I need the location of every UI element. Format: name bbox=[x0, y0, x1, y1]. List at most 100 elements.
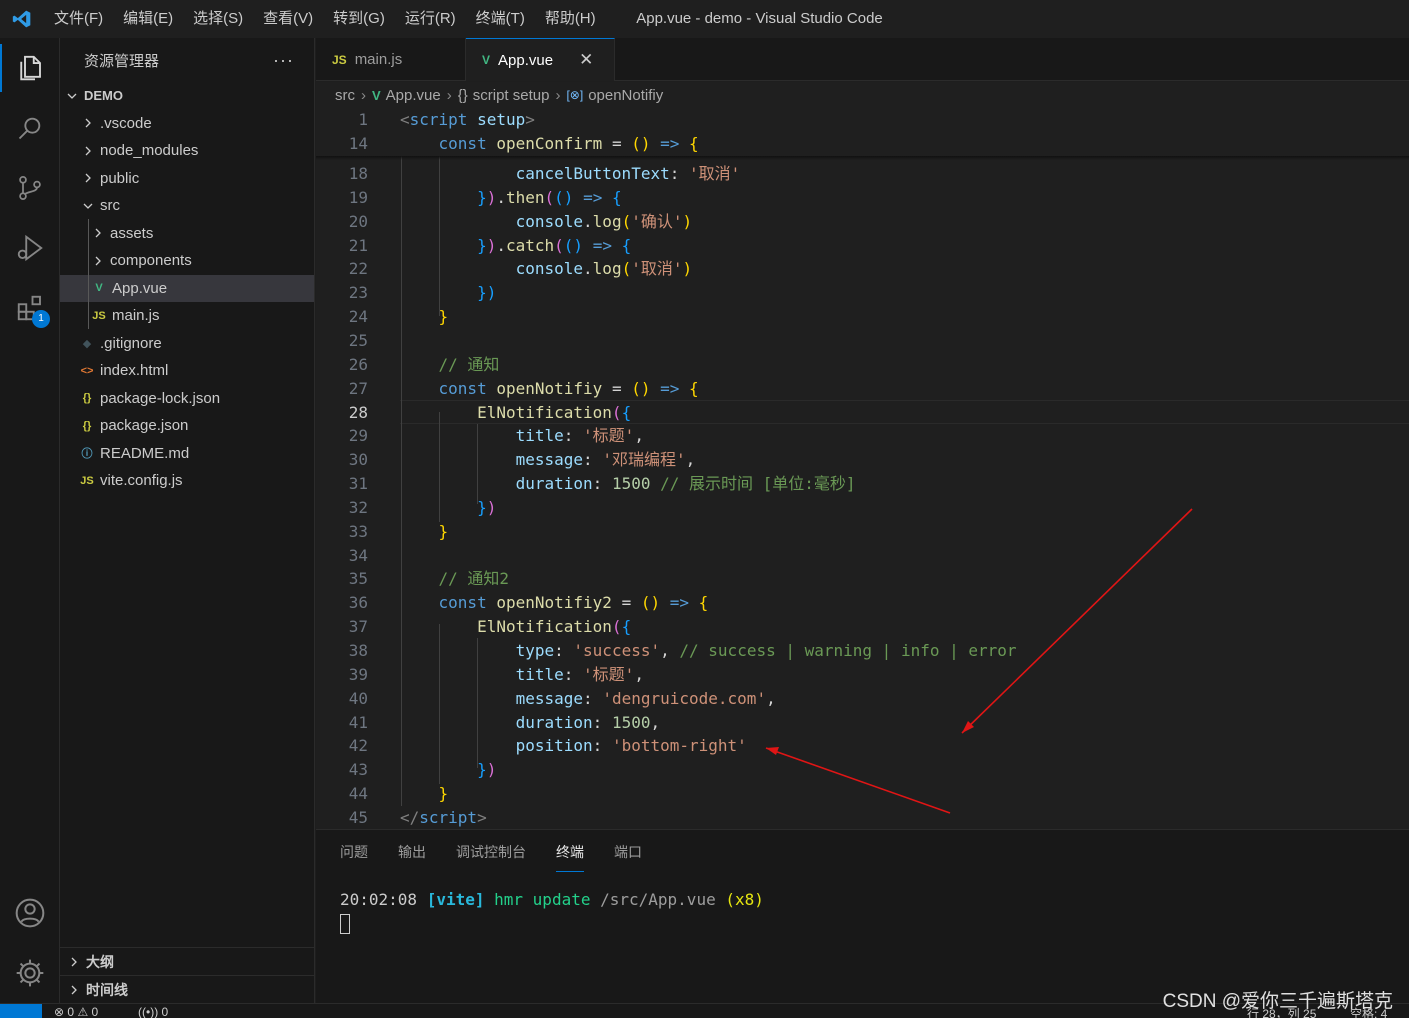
gear-icon bbox=[16, 959, 44, 987]
menu-terminal[interactable]: 终端(T) bbox=[466, 0, 535, 38]
code-text: // 通知 bbox=[438, 354, 500, 374]
tree-item-vite-config-js[interactable]: JS vite.config.js bbox=[60, 467, 314, 495]
chevron-down-icon bbox=[64, 90, 80, 102]
code-text: console.log('确认') bbox=[515, 211, 693, 231]
tree-item-main-js[interactable]: JS main.js bbox=[60, 302, 314, 330]
remote-indicator[interactable] bbox=[0, 1004, 42, 1018]
workspace-root[interactable]: DEMO bbox=[60, 82, 314, 110]
line-number: 1 bbox=[358, 110, 368, 129]
warning-icon: ⚠ bbox=[77, 1005, 89, 1018]
tab-label: main.js bbox=[354, 51, 403, 68]
code-text: }) bbox=[477, 760, 497, 780]
tree-item-gitignore[interactable]: ◆ .gitignore bbox=[60, 330, 314, 358]
menu-selection[interactable]: 选择(S) bbox=[183, 0, 253, 38]
account-icon bbox=[15, 898, 45, 928]
menu-file[interactable]: 文件(F) bbox=[44, 0, 113, 38]
manage-button[interactable] bbox=[0, 943, 60, 1003]
tree-item-app-vue[interactable]: V App.vue bbox=[60, 274, 314, 302]
breadcrumb: src › V App.vue › {} script setup › [⊗] … bbox=[316, 82, 1409, 108]
tree-item-assets[interactable]: assets bbox=[60, 220, 314, 248]
tree-item-label: components bbox=[110, 252, 192, 270]
code-line: 36 const openNotifiy2 = () => { bbox=[316, 591, 1409, 615]
breadcrumb-section[interactable]: script setup bbox=[473, 87, 550, 104]
tree-item-vscode[interactable]: .vscode bbox=[60, 110, 314, 138]
source-control-button[interactable] bbox=[0, 158, 60, 218]
menu-go[interactable]: 转到(G) bbox=[323, 0, 395, 38]
tree-item-index-html[interactable]: <> index.html bbox=[60, 357, 314, 385]
breadcrumb-folder[interactable]: src bbox=[335, 87, 355, 104]
tree-item-readme-md[interactable]: ⓘ README.md bbox=[60, 440, 314, 468]
tree-item-label: .vscode bbox=[100, 114, 152, 132]
ports-status[interactable]: ((•)) 0 bbox=[138, 1005, 168, 1018]
code-line: 39 title: '标题', bbox=[316, 663, 1409, 687]
sticky-scroll-line: 14 const openConfirm = () => { bbox=[316, 132, 1409, 156]
code-text: ElNotification({ bbox=[477, 617, 632, 637]
code-line: 25 bbox=[316, 329, 1409, 353]
code-line: 34 bbox=[316, 544, 1409, 568]
outline-section[interactable]: 大纲 bbox=[60, 947, 315, 975]
menu-view[interactable]: 查看(V) bbox=[253, 0, 323, 38]
menu-run[interactable]: 运行(R) bbox=[395, 0, 466, 38]
watermark: CSDN @爱你三千遍斯塔克 bbox=[1162, 991, 1393, 1012]
search-button[interactable] bbox=[0, 98, 60, 158]
json-file-icon: {} bbox=[82, 419, 92, 432]
timeline-section[interactable]: 时间线 bbox=[60, 975, 315, 1003]
error-count: 0 bbox=[67, 1005, 75, 1018]
close-icon[interactable]: ✕ bbox=[579, 50, 593, 70]
line-number: 38 bbox=[348, 641, 368, 660]
breadcrumb-symbol[interactable]: openNotifiy bbox=[588, 87, 663, 104]
code-line: 41 duration: 1500, bbox=[316, 711, 1409, 735]
tree-item-node-modules[interactable]: node_modules bbox=[60, 137, 314, 165]
tab-terminal[interactable]: 终端 bbox=[556, 830, 584, 874]
tree-item-package-lock-json[interactable]: {} package-lock.json bbox=[60, 385, 314, 413]
chevron-right-icon bbox=[66, 956, 82, 968]
line-number: 41 bbox=[348, 712, 368, 732]
tab-ports[interactable]: 端口 bbox=[614, 830, 642, 874]
explorer-button[interactable] bbox=[0, 38, 60, 98]
accounts-button[interactable] bbox=[0, 883, 60, 943]
code-text: ElNotification({ bbox=[477, 402, 632, 422]
code-text: } bbox=[438, 307, 449, 327]
tab-debug-console[interactable]: 调试控制台 bbox=[456, 830, 526, 874]
run-debug-icon bbox=[17, 234, 43, 262]
html-file-icon: <> bbox=[80, 364, 94, 377]
tab-app-vue[interactable]: V App.vue ✕ bbox=[466, 38, 615, 81]
source-control-icon bbox=[19, 176, 41, 200]
code-editor[interactable]: 1 <script setup> 14 const openConfirm = ()… bbox=[316, 108, 1409, 829]
tree-item-public[interactable]: public bbox=[60, 165, 314, 193]
code-line: 32 }) bbox=[316, 496, 1409, 520]
vue-file-icon: V bbox=[372, 87, 381, 103]
problems-status[interactable]: ⊗ 0 ⚠ 0 bbox=[54, 1005, 98, 1018]
tree-item-label: App.vue bbox=[112, 279, 168, 297]
tree-item-package-json[interactable]: {} package.json bbox=[60, 412, 314, 440]
sticky-scroll-line: 1 <script setup> bbox=[316, 108, 1409, 132]
code-line: 44 } bbox=[316, 782, 1409, 806]
menu-help[interactable]: 帮助(H) bbox=[535, 0, 606, 38]
menu-edit[interactable]: 编辑(E) bbox=[113, 0, 183, 38]
tree-item-components[interactable]: components bbox=[60, 247, 314, 275]
extensions-button[interactable]: 1 bbox=[0, 278, 60, 338]
tab-main-js[interactable]: JS main.js bbox=[316, 38, 466, 81]
code-line: 18 cancelButtonText: '取消' bbox=[316, 162, 1409, 186]
code-text: // 通知2 bbox=[438, 569, 510, 589]
code-line: 45 </script> bbox=[316, 806, 1409, 829]
terminal-output[interactable]: 20:02:08 [vite] hmr update /src/App.vue … bbox=[340, 890, 764, 909]
code-line: 22 console.log('取消') bbox=[316, 257, 1409, 281]
code-line: 29 title: '标题', bbox=[316, 424, 1409, 448]
terminal-count: (x8) bbox=[725, 890, 764, 909]
tab-problems[interactable]: 问题 bbox=[340, 830, 368, 874]
js-file-icon: JS bbox=[80, 474, 94, 487]
line-number: 18 bbox=[348, 164, 368, 183]
bottom-panel: 问题 输出 调试控制台 终端 端口 20:02:08 [vite] hmr up… bbox=[316, 829, 1409, 1003]
run-debug-button[interactable] bbox=[0, 218, 60, 278]
more-actions-button[interactable]: ··· bbox=[273, 50, 294, 71]
tree-item-src[interactable]: src bbox=[60, 192, 314, 220]
tab-output[interactable]: 输出 bbox=[398, 830, 426, 874]
code-line: 31 duration: 1500 // 展示时间 [单位:毫秒] bbox=[316, 472, 1409, 496]
terminal-tag: [vite] bbox=[426, 890, 485, 909]
workspace-root-label: DEMO bbox=[84, 88, 123, 104]
breadcrumb-file[interactable]: App.vue bbox=[386, 87, 441, 104]
vue-file-icon: V bbox=[95, 282, 103, 295]
line-number: 31 bbox=[348, 474, 368, 494]
broadcast-icon: ((•)) bbox=[138, 1005, 159, 1018]
